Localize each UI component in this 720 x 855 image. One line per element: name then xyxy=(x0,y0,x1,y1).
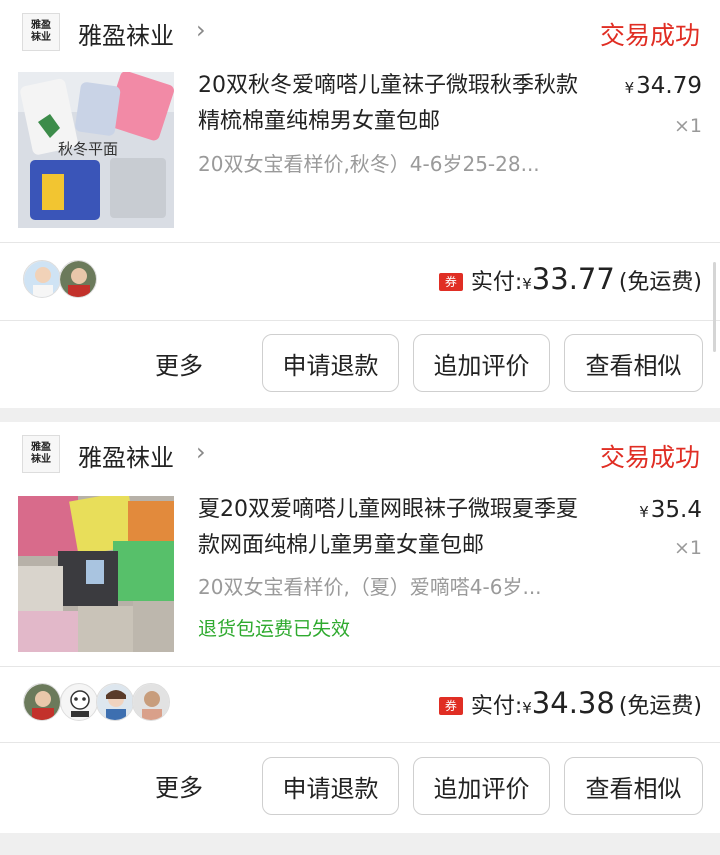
order-status: 交易成功 xyxy=(599,21,700,50)
shop-header[interactable]: 雅盈 袜业 雅盈袜业 › 交易成功 xyxy=(0,0,720,62)
shipping-note: (免运费) xyxy=(618,694,702,719)
shop-name[interactable]: 雅盈袜业 xyxy=(78,16,174,51)
buyer-avatar[interactable] xyxy=(23,683,61,721)
scrollbar[interactable] xyxy=(713,262,716,352)
shop-logo-text: 袜业 xyxy=(31,454,51,465)
view-similar-button[interactable]: 查看相似 xyxy=(564,757,703,815)
shop-logo-text: 雅盈 xyxy=(31,442,51,453)
shop-logo-text: 袜业 xyxy=(31,32,51,43)
currency-symbol: ¥ xyxy=(639,503,649,521)
more-button[interactable]: 更多 xyxy=(155,768,203,803)
shipping-note: (免运费) xyxy=(618,270,702,295)
refund-button[interactable]: 申请退款 xyxy=(262,334,399,392)
product-price: ¥34.79 xyxy=(625,73,702,99)
currency-symbol: ¥ xyxy=(624,79,635,97)
view-similar-button[interactable]: 查看相似 xyxy=(564,334,703,392)
product-price: ¥35.4 xyxy=(639,497,702,523)
buyer-avatar[interactable] xyxy=(60,683,98,721)
order-status: 交易成功 xyxy=(599,443,700,472)
chevron-right-icon[interactable]: › xyxy=(196,16,206,44)
product-thumbnail[interactable] xyxy=(18,496,174,652)
thumb-caption: 秋冬平面 xyxy=(58,140,118,158)
add-review-button[interactable]: 追加评价 xyxy=(413,757,550,815)
shop-header[interactable]: 雅盈 袜业 雅盈袜业 › 交易成功 xyxy=(0,422,720,484)
order-card: 雅盈 袜业 雅盈袜业 › 交易成功 夏20双爱嘀嗒儿童网眼袜子微瑕夏季夏款网面纯… xyxy=(0,422,720,833)
pay-amount: 33.77 xyxy=(531,262,615,296)
shop-logo[interactable]: 雅盈 袜业 xyxy=(22,435,60,473)
buyer-avatar[interactable] xyxy=(23,260,61,298)
divider xyxy=(0,742,720,743)
product-quantity: ×1 xyxy=(673,537,702,559)
buyer-avatar[interactable] xyxy=(96,683,134,721)
return-shipping-notice: 退货包运费已失效 xyxy=(198,618,351,640)
shop-logo-text: 雅盈 xyxy=(31,20,51,31)
currency-symbol: ¥ xyxy=(522,275,532,293)
product-title[interactable]: 夏20双爱嘀嗒儿童网眼袜子微瑕夏季夏款网面纯棉儿童男童女童包邮 xyxy=(198,492,593,564)
product-thumbnail[interactable]: 秋冬平面 xyxy=(18,72,174,228)
refund-button[interactable]: 申请退款 xyxy=(262,757,399,815)
payment-summary: 券 实付: ¥ 34.38 (免运费) xyxy=(438,686,702,720)
shop-logo[interactable]: 雅盈 袜业 xyxy=(22,13,60,51)
product-sku: 20双女宝看样价,秋冬）4-6岁25-28... xyxy=(198,152,540,176)
chevron-right-icon[interactable]: › xyxy=(196,438,206,466)
pay-label: 实付: xyxy=(470,270,523,295)
payment-summary: 券 实付: ¥ 33.77 (免运费) xyxy=(438,262,702,296)
product-quantity: ×1 xyxy=(673,115,702,137)
buyer-avatar[interactable] xyxy=(59,260,97,298)
more-button[interactable]: 更多 xyxy=(155,346,203,381)
pay-amount: 34.38 xyxy=(531,686,615,720)
add-review-button[interactable]: 追加评价 xyxy=(413,334,550,392)
coupon-icon: 券 xyxy=(438,697,463,715)
divider xyxy=(0,666,720,667)
price-value: 35.4 xyxy=(650,497,702,523)
shop-name[interactable]: 雅盈袜业 xyxy=(78,438,174,473)
divider xyxy=(0,320,720,321)
order-card: 雅盈 袜业 雅盈袜业 › 交易成功 秋冬平面 20双秋冬爱嘀嗒儿童袜子微瑕秋季秋… xyxy=(0,0,720,408)
currency-symbol: ¥ xyxy=(522,699,532,717)
coupon-icon: 券 xyxy=(438,273,463,291)
price-value: 34.79 xyxy=(636,73,702,99)
product-title[interactable]: 20双秋冬爱嘀嗒儿童袜子微瑕秋季秋款精梳棉童纯棉男女童包邮 xyxy=(198,68,593,140)
product-sku: 20双女宝看样价,（夏）爱嘀嗒4-6岁... xyxy=(198,575,542,599)
pay-label: 实付: xyxy=(470,694,523,719)
divider xyxy=(0,242,720,243)
buyer-avatar[interactable] xyxy=(132,683,170,721)
